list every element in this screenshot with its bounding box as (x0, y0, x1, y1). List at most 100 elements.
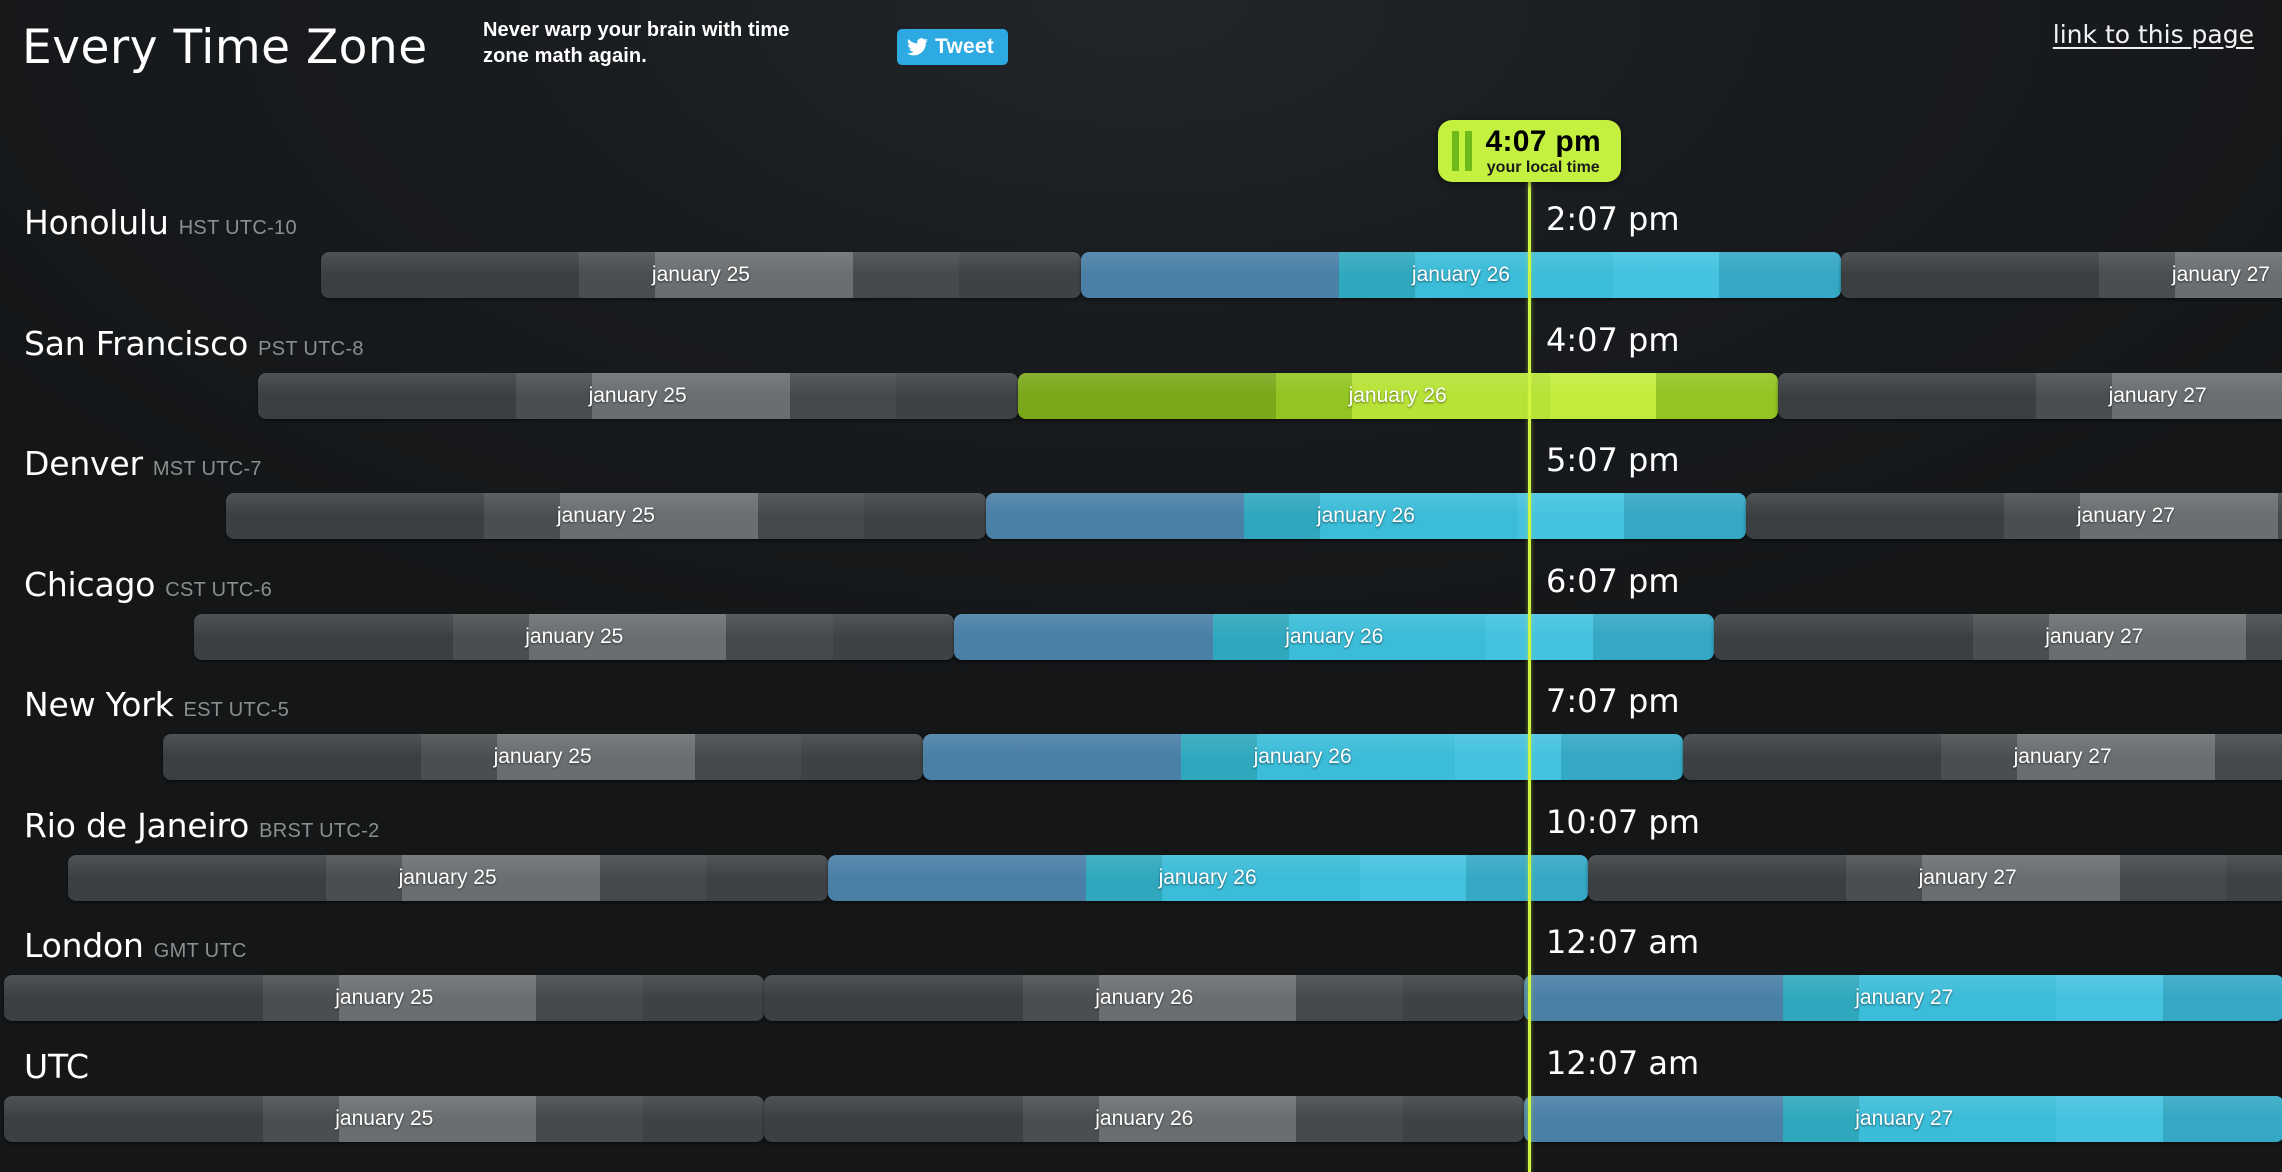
timezone-row-honolulu: Honolulu HST UTC-10 2:07 pm january 25 janua… (0, 196, 2282, 316)
link-to-this-page[interactable]: link to this page (2053, 20, 2254, 49)
pause-bars-icon (1451, 131, 1472, 171)
day-bar-segment (338, 1095, 537, 1142)
day-bar[interactable]: january 27 (1714, 613, 2282, 660)
day-bar-segment (2226, 854, 2282, 901)
day-bar[interactable]: january 27 (1524, 975, 2282, 1021)
day-bar[interactable]: january 25 (67, 854, 828, 901)
day-bar-segment (1212, 613, 1289, 660)
timezone-heading[interactable]: Honolulu HST UTC-10 (24, 203, 297, 242)
city-name: Rio de Janeiro (24, 805, 250, 845)
day-bar-segment (1682, 734, 1881, 780)
timezone-abbreviation: HST UTC-10 (178, 217, 297, 239)
day-bar-segment (1320, 493, 1518, 539)
day-bar-segment (402, 854, 600, 901)
day-bar-segment (1162, 854, 1360, 901)
day-bar[interactable]: january 25 (4, 1095, 765, 1142)
city-name: Honolulu (24, 203, 169, 242)
day-track: january 25 january 26 january 27 (0, 372, 2282, 419)
day-bar-segment (360, 734, 422, 780)
zone-local-time: 10:07 pm (1546, 802, 1700, 841)
day-bar-segment (1415, 252, 1613, 298)
day-bar-segment (452, 613, 529, 660)
day-bar-segment (2048, 613, 2247, 660)
day-bar[interactable]: january 26 (827, 854, 1588, 901)
day-bar[interactable]: january 25 (320, 252, 1081, 298)
day-bar-segment (789, 372, 896, 419)
day-track: january 25 january 26 january 27 (0, 493, 2282, 539)
timezone-heading[interactable]: Chicago CST UTC-6 (24, 565, 272, 604)
day-track: january 25 january 26 january 27 (0, 734, 2282, 780)
day-bar-segment (1721, 975, 1783, 1021)
timezone-heading[interactable]: San Francisco PST UTC-8 (24, 324, 364, 363)
day-bar-segment (1022, 975, 1099, 1021)
day-bar-segment (497, 734, 695, 780)
day-bar-segment (338, 975, 537, 1021)
day-bar-segment (4, 1095, 202, 1142)
day-bar[interactable]: january 25 (194, 613, 955, 660)
day-bar-segment (2017, 734, 2215, 780)
day-bar-segment (1721, 1095, 1783, 1142)
city-name: Chicago (24, 564, 156, 604)
day-bar-segment (455, 372, 517, 419)
day-bar-segment (961, 1095, 1023, 1142)
day-bar-segment (864, 493, 986, 539)
day-bar-segment (423, 493, 485, 539)
day-bar-segment (726, 613, 833, 660)
day-bar-segment (1215, 372, 1277, 419)
day-bar[interactable]: january 25 (162, 734, 923, 780)
day-bar-segment (1098, 1095, 1297, 1142)
day-bar-segment (518, 252, 580, 298)
day-bar[interactable]: january 26 (1080, 252, 1841, 298)
day-bar-segment (959, 252, 1081, 298)
day-bar-segment (1911, 613, 1973, 660)
day-bar[interactable]: january 26 (764, 1095, 1525, 1142)
timezone-heading[interactable]: London GMT UTC (24, 926, 247, 965)
day-bar-segment (4, 975, 202, 1021)
timezone-row-san-francisco: San Francisco PST UTC-8 4:07 pm january 25 j… (0, 317, 2282, 437)
day-bar-segment (1352, 372, 1550, 419)
day-bar[interactable]: january 25 (257, 372, 1018, 419)
day-bar[interactable]: january 26 (985, 493, 1746, 539)
tagline: Never warp your brain with time zone mat… (483, 19, 790, 67)
timezone-heading[interactable]: Rio de Janeiro BRST UTC-2 (24, 806, 380, 845)
day-bar[interactable]: january 26 (764, 975, 1525, 1021)
day-bar-segment (706, 854, 828, 901)
day-bar[interactable]: january 25 (4, 975, 765, 1021)
zone-local-time: 7:07 pm (1546, 682, 1680, 720)
day-bar[interactable]: january 27 (1745, 493, 2282, 539)
day-bar[interactable]: january 25 (225, 493, 986, 539)
day-bar-segment (2112, 372, 2282, 419)
day-bar[interactable]: january 26 (954, 613, 1715, 660)
day-bar[interactable]: january 26 (922, 734, 1683, 780)
day-bar-segment (257, 372, 456, 419)
timezone-heading[interactable]: Denver MST UTC-7 (24, 444, 262, 483)
day-bar-segment (801, 734, 923, 780)
day-bar-segment (1561, 734, 1683, 780)
zone-local-time: 5:07 pm (1546, 441, 1680, 479)
day-bar-segment (1025, 854, 1087, 901)
current-time-sublabel: your local time (1486, 158, 1600, 176)
timezone-heading[interactable]: UTC (24, 1047, 89, 1086)
day-bar-segment (1276, 372, 1353, 419)
day-bar[interactable]: january 27 (1777, 372, 2282, 419)
timezone-heading[interactable]: New York EST UTC-5 (24, 685, 289, 724)
day-bar[interactable]: january 27 (1524, 1095, 2282, 1142)
tweet-button-label: Tweet (935, 35, 994, 58)
day-bar-segment (642, 975, 765, 1021)
day-bar-segment (1402, 975, 1525, 1021)
day-bar-segment (1244, 493, 1321, 539)
day-bar-segment (262, 975, 339, 1021)
day-track: january 25 january 26 january 27 (0, 613, 2282, 660)
tweet-button[interactable]: Tweet (897, 29, 1008, 65)
current-time-badge[interactable]: 4:07 pm your local time (1437, 120, 1621, 182)
day-bar-segment (2175, 252, 2282, 298)
day-bar[interactable]: january 27 (1682, 734, 2282, 780)
day-bar[interactable]: january 27 (1587, 854, 2282, 901)
day-bar-segment (764, 1095, 962, 1142)
day-bar[interactable]: january 26 (1017, 372, 1778, 419)
city-name: San Francisco (24, 323, 249, 363)
day-bar[interactable]: january 27 (1840, 252, 2282, 298)
day-bar-segment (764, 975, 962, 1021)
timezone-row-denver: Denver MST UTC-7 5:07 pm january 25 january … (0, 437, 2282, 557)
zone-local-time: 4:07 pm (1546, 320, 1680, 359)
